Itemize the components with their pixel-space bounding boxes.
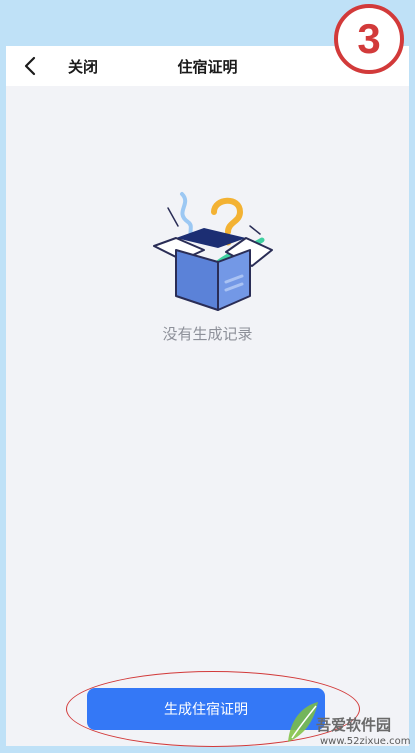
empty-state-text: 没有生成记录 bbox=[162, 325, 253, 343]
svg-text:3: 3 bbox=[357, 15, 380, 62]
step-number-badge: 3 bbox=[334, 4, 404, 74]
empty-box-icon bbox=[153, 192, 273, 311]
watermark-url: www.52zixue.com bbox=[320, 736, 411, 747]
phone-screen: 关闭 住宿证明 没有生成记录 生成住宿证明 bbox=[6, 46, 409, 746]
watermark: 吾爱软件园 www.52zixue.com bbox=[282, 696, 412, 752]
watermark-name: 吾爱软件园 bbox=[316, 716, 392, 734]
